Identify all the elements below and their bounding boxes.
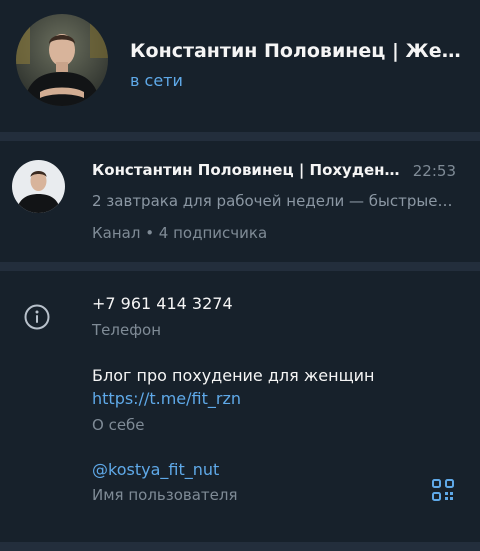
bio-link[interactable]: https://t.me/fit_rzn [92,389,241,408]
bio-text: Блог про похудение для женщин [92,366,375,385]
divider [0,132,480,141]
bio-label: О себе [92,416,145,434]
channel-avatar [12,160,65,213]
channel-time: 22:53 [412,162,456,180]
divider [0,542,480,551]
channel-last-message: 2 завтрака для рабочей недели — быстрые,… [92,192,454,210]
profile-name: Константин Половинец | Женс... [130,40,464,62]
qr-code-icon[interactable] [431,478,455,502]
username-value[interactable]: @kostya_fit_nut [92,460,219,479]
info-section: +7 961 414 3274 Телефон Блог про похуден… [0,271,480,551]
online-status: в сети [130,71,183,90]
personal-channel[interactable]: Константин Половинец | Похудение ... 22:… [0,141,480,262]
phone-value[interactable]: +7 961 414 3274 [92,294,233,313]
info-circle-icon [24,304,50,330]
phone-label: Телефон [92,321,162,339]
channel-meta: Канал • 4 подписчика [92,224,268,242]
channel-title: Константин Половинец | Похудение ... [92,161,408,179]
divider [0,262,480,271]
username-label: Имя пользователя [92,486,238,504]
profile-header: Константин Половинец | Женс... в сети [0,0,480,132]
profile-avatar[interactable] [16,14,108,106]
